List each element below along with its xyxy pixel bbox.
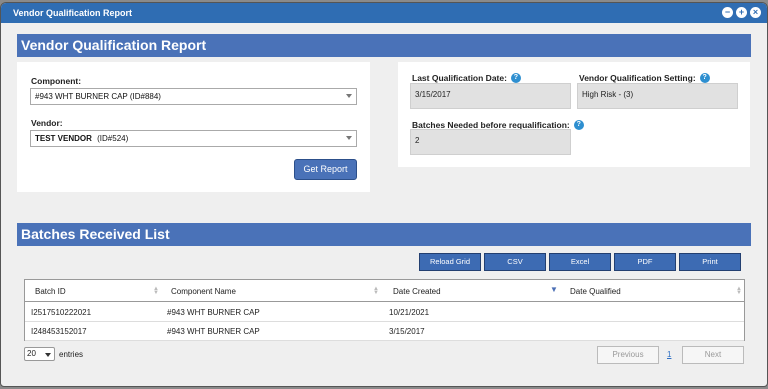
print-button[interactable]: Print <box>679 253 741 271</box>
setting-value: High Risk - (3) <box>577 83 738 109</box>
chevron-down-icon <box>45 353 51 357</box>
batches-needed-value: 2 <box>410 129 571 155</box>
table-row[interactable]: I248453152017 #943 WHT BURNER CAP 3/15/2… <box>25 322 744 341</box>
window-titlebar: Vendor Qualification Report − + × <box>1 3 767 23</box>
grid-header-row: Batch ID ▲ ▼ Component Name ▲ ▼ Date Creat… <box>25 280 744 302</box>
page-length-value: 20 <box>27 349 36 358</box>
page-length-select[interactable]: 20 <box>24 347 55 361</box>
column-header-date-qualified[interactable]: Date Qualified <box>570 280 621 302</box>
reload-grid-button[interactable]: Reload Grid <box>419 253 481 271</box>
cell-date-created: 10/21/2021 <box>389 308 430 317</box>
report-section-header: Vendor Qualification Report <box>17 34 751 57</box>
cell-batch-id: I2517510222021 <box>31 308 92 317</box>
entries-label: entries <box>59 350 84 359</box>
window-title: Vendor Qualification Report <box>13 8 133 18</box>
setting-label: Vendor Qualification Setting: ? <box>579 73 710 83</box>
component-label: Component: <box>31 76 82 86</box>
cell-component-name: #943 WHT BURNER CAP <box>167 308 260 317</box>
last-qualification-value: 3/15/2017 <box>410 83 571 109</box>
previous-page-button[interactable]: Previous <box>597 346 659 364</box>
cell-batch-id: I248453152017 <box>31 327 87 336</box>
cell-date-created: 3/15/2017 <box>389 327 425 336</box>
maximize-icon[interactable]: + <box>736 7 747 18</box>
column-header-component-name[interactable]: Component Name <box>171 280 236 302</box>
vendor-select-name: TEST VENDOR <box>35 134 92 143</box>
minimize-icon[interactable]: − <box>722 7 733 18</box>
setting-label-text: Vendor Qualification Setting: <box>579 73 696 83</box>
column-header-date-created[interactable]: Date Created <box>393 280 441 302</box>
help-icon[interactable]: ? <box>510 73 521 83</box>
component-select[interactable]: #943 WHT BURNER CAP (ID#884) <box>30 88 357 105</box>
component-select-value: #943 WHT BURNER CAP (ID#884) <box>35 92 161 101</box>
chevron-down-icon <box>346 136 352 140</box>
get-report-button[interactable]: Get Report <box>294 159 357 180</box>
pdf-button[interactable]: PDF <box>614 253 676 271</box>
page-link-1[interactable]: 1 <box>667 350 671 359</box>
last-qualification-label-text: Last Qualification Date: <box>412 73 507 83</box>
excel-button[interactable]: Excel <box>549 253 611 271</box>
sort-icon[interactable]: ▲ ▼ <box>736 286 742 296</box>
window-controls: − + × <box>722 7 761 18</box>
help-icon[interactable]: ? <box>573 120 584 130</box>
vendor-select[interactable]: TEST VENDOR (ID#524) <box>30 130 357 147</box>
sort-icon[interactable]: ▲ ▼ <box>153 286 159 296</box>
sort-descending-icon[interactable]: ▼ <box>550 286 558 294</box>
chevron-down-icon <box>346 94 352 98</box>
batches-grid: Batch ID ▲ ▼ Component Name ▲ ▼ Date Creat… <box>24 279 745 341</box>
help-icon[interactable]: ? <box>699 73 710 83</box>
sort-icon[interactable]: ▲ ▼ <box>373 286 379 296</box>
next-page-button[interactable]: Next <box>682 346 744 364</box>
cell-component-name: #943 WHT BURNER CAP <box>167 327 260 336</box>
column-header-batch-id[interactable]: Batch ID <box>35 280 66 302</box>
csv-button[interactable]: CSV <box>484 253 546 271</box>
table-row[interactable]: I2517510222021 #943 WHT BURNER CAP 10/21… <box>25 303 744 322</box>
vendor-label: Vendor: <box>31 118 63 128</box>
last-qualification-label: Last Qualification Date: ? <box>412 73 521 83</box>
close-icon[interactable]: × <box>750 7 761 18</box>
batches-section-header: Batches Received List <box>17 223 751 246</box>
vendor-select-id: (ID#524) <box>97 134 129 143</box>
